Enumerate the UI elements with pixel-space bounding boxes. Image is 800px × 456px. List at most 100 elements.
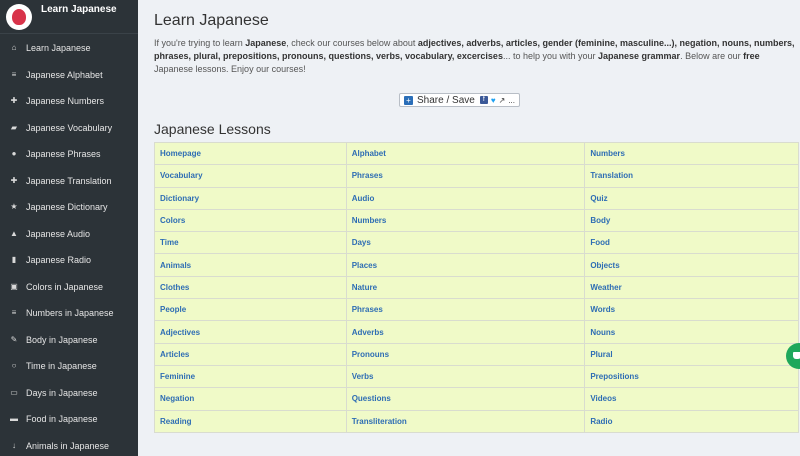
table-row: Dictionary Audio Quiz bbox=[154, 186, 799, 210]
sidebar-item-label: Body in Japanese bbox=[26, 334, 98, 345]
intro-bold-1: Japanese bbox=[245, 38, 287, 48]
lesson-link[interactable]: Numbers bbox=[584, 141, 799, 166]
star-icon: ★ bbox=[10, 202, 18, 212]
list-icon: ≡ bbox=[11, 69, 17, 79]
table-row: Negation Questions Videos bbox=[154, 387, 799, 411]
share-arrow-icon[interactable]: ↗ bbox=[499, 96, 506, 105]
sidebar-item-label: Japanese Audio bbox=[26, 228, 91, 239]
lesson-link[interactable]: Places bbox=[345, 253, 586, 277]
lesson-link[interactable]: Transliteration bbox=[345, 409, 586, 433]
sidebar-item[interactable]: ▭ Days in Japanese bbox=[0, 380, 138, 407]
lesson-link[interactable]: Videos bbox=[584, 387, 799, 411]
lesson-link[interactable]: Verbs bbox=[345, 364, 586, 389]
lessons-table: Homepage Alphabet Numbers Vocabulary Phrases… bbox=[154, 141, 799, 433]
share-save-button[interactable]: + Share / Save f ♥ ↗ ... bbox=[399, 93, 520, 107]
lesson-link[interactable]: Homepage bbox=[154, 141, 347, 166]
sidebar-item-label: Food in Japanese bbox=[26, 414, 98, 425]
lesson-link[interactable]: Dictionary bbox=[154, 186, 347, 210]
lesson-link[interactable]: People bbox=[154, 298, 347, 322]
lesson-link[interactable]: Radio bbox=[584, 409, 799, 433]
table-row: Homepage Alphabet Numbers bbox=[154, 141, 799, 166]
lesson-link[interactable]: Alphabet bbox=[345, 141, 586, 166]
lesson-link[interactable]: Objects bbox=[584, 253, 799, 277]
sidebar-item-label: Japanese Radio bbox=[26, 255, 92, 266]
lesson-link[interactable]: Phrases bbox=[345, 164, 586, 188]
strawberry-icon bbox=[12, 8, 26, 25]
lesson-link[interactable]: Audio bbox=[345, 186, 586, 210]
intro-text-5: Japanese lessons. Enjoy our courses! bbox=[154, 64, 306, 74]
plus-icon: ✚ bbox=[10, 96, 18, 106]
lesson-link[interactable]: Phrases bbox=[345, 298, 586, 322]
more-share-options[interactable]: ... bbox=[508, 96, 515, 105]
lesson-link[interactable]: Quiz bbox=[584, 186, 799, 210]
sidebar-item-label: Japanese Numbers bbox=[26, 96, 105, 107]
lesson-link[interactable]: Numbers bbox=[345, 208, 586, 233]
lesson-link[interactable]: Food bbox=[584, 231, 799, 255]
twitter-icon[interactable]: ♥ bbox=[491, 96, 496, 105]
lesson-link[interactable]: Nature bbox=[345, 275, 586, 300]
lesson-link[interactable]: Reading bbox=[154, 409, 347, 433]
sidebar-item[interactable]: ○ Time in Japanese bbox=[0, 353, 138, 380]
share-label: Share / Save bbox=[417, 94, 475, 106]
sidebar-item[interactable]: ▬ Food in Japanese bbox=[0, 406, 138, 433]
lesson-link[interactable]: Weather bbox=[584, 275, 799, 300]
lesson-link[interactable]: Feminine bbox=[154, 364, 347, 389]
file-icon: ▮ bbox=[11, 255, 17, 265]
list-icon: ≡ bbox=[11, 308, 17, 318]
table-row: Animals Places Objects bbox=[154, 253, 799, 277]
intro-text-3: ... to help you with your bbox=[502, 51, 599, 61]
lesson-link[interactable]: Animals bbox=[154, 253, 347, 277]
sidebar-item[interactable]: ≡ Numbers in Japanese bbox=[0, 300, 138, 327]
lesson-link[interactable]: Clothes bbox=[154, 275, 347, 300]
lesson-link[interactable]: Negation bbox=[154, 387, 347, 411]
inbox-icon: ▭ bbox=[10, 387, 18, 397]
lesson-link[interactable]: Words bbox=[584, 298, 799, 322]
page-title: Learn Japanese bbox=[154, 12, 269, 29]
sidebar-item[interactable]: ★ Japanese Dictionary bbox=[0, 194, 138, 221]
home-icon: ⌂ bbox=[11, 43, 17, 53]
lesson-link[interactable]: Pronouns bbox=[345, 342, 586, 366]
table-row: People Phrases Words bbox=[154, 298, 799, 322]
sidebar-item[interactable]: ▲ Japanese Audio bbox=[0, 221, 138, 248]
lesson-link[interactable]: Translation bbox=[584, 164, 799, 188]
intro-bold-3: Japanese grammar bbox=[598, 51, 681, 61]
lesson-link[interactable]: Nouns bbox=[584, 320, 799, 344]
sidebar-item[interactable]: ≡ Japanese Alphabet bbox=[0, 62, 138, 89]
lesson-link[interactable]: Questions bbox=[345, 387, 586, 411]
sidebar-item-label: Japanese Translation bbox=[26, 175, 112, 186]
logo bbox=[6, 3, 32, 30]
sidebar-item[interactable]: ▮ Japanese Radio bbox=[0, 247, 138, 274]
lesson-link[interactable]: Adverbs bbox=[345, 320, 586, 344]
brand[interactable]: Learn Japanese bbox=[0, 0, 138, 34]
sidebar-item[interactable]: ▰ Japanese Vocabulary bbox=[0, 115, 138, 142]
sidebar-item-label: Japanese Alphabet bbox=[26, 69, 103, 80]
sidebar-item[interactable]: ✚ Japanese Numbers bbox=[0, 88, 138, 115]
lesson-link[interactable]: Body bbox=[584, 208, 799, 233]
lesson-link[interactable]: Articles bbox=[154, 342, 347, 366]
lesson-link[interactable]: Plural bbox=[584, 342, 799, 366]
table-row: Clothes Nature Weather bbox=[154, 275, 799, 300]
plus-icon: ✚ bbox=[10, 175, 18, 185]
sidebar-item-label: Japanese Phrases bbox=[26, 149, 101, 160]
columns-icon: ▣ bbox=[10, 281, 18, 291]
facebook-icon[interactable]: f bbox=[479, 96, 488, 104]
intro-bold-4: free bbox=[743, 51, 760, 61]
sidebar-item-label: Japanese Dictionary bbox=[26, 202, 108, 213]
lesson-link[interactable]: Time bbox=[154, 231, 347, 255]
lesson-link[interactable]: Vocabulary bbox=[154, 164, 347, 188]
sidebar-item[interactable]: ▣ Colors in Japanese bbox=[0, 274, 138, 301]
sidebar-item[interactable]: ↓ Animals in Japanese bbox=[0, 433, 138, 456]
lesson-link[interactable]: Colors bbox=[154, 208, 347, 233]
sidebar-item[interactable]: ✚ Japanese Translation bbox=[0, 168, 138, 195]
intro-text-2: , check our courses below about bbox=[286, 38, 418, 48]
lesson-link[interactable]: Days bbox=[345, 231, 586, 255]
sidebar-item[interactable]: ● Japanese Phrases bbox=[0, 141, 138, 168]
sidebar-item-label: Days in Japanese bbox=[26, 387, 98, 398]
sort-icon: ↓ bbox=[12, 440, 16, 450]
sidebar-item[interactable]: ✎ Body in Japanese bbox=[0, 327, 138, 354]
lesson-link[interactable]: Prepositions bbox=[584, 364, 799, 389]
globe-icon: ● bbox=[11, 149, 17, 159]
lesson-link[interactable]: Adjectives bbox=[154, 320, 347, 344]
clock-icon: ○ bbox=[11, 361, 17, 371]
sidebar-item[interactable]: ⌂ Learn Japanese bbox=[0, 35, 138, 62]
